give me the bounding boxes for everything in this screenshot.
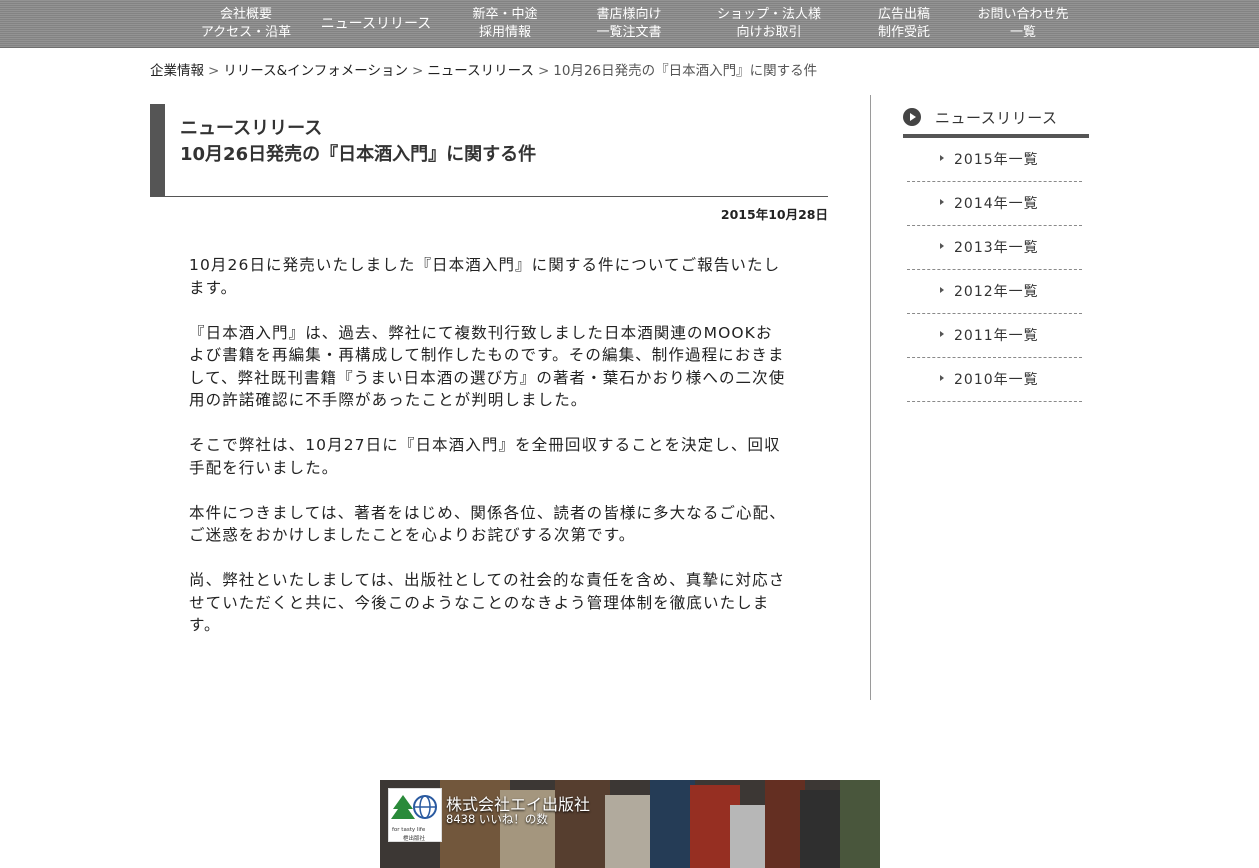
nav-item-recruit[interactable]: 新卒・中途 採用情報	[460, 0, 550, 48]
nav-item-sublabel: 制作受託	[877, 25, 930, 40]
sidebar-item-label: 2011年一覧	[954, 328, 1039, 344]
breadcrumb-separator: >	[412, 63, 424, 79]
breadcrumb-link-release-info[interactable]: リリース&インフォメーション	[223, 63, 408, 79]
nav-item-shop-corporate[interactable]: ショップ・法人様 向けお取引	[706, 0, 832, 48]
breadcrumb-link-news-release[interactable]: ニュースリリース	[427, 63, 534, 79]
sidebar-heading-label: ニュースリリース	[935, 109, 1058, 127]
nav-item-label: 会社概要	[219, 7, 272, 22]
triangle-bullet-icon	[940, 331, 944, 337]
breadcrumb: 企業情報 > リリース&インフォメーション > ニュースリリース >10月26日発売の『日…	[150, 59, 817, 79]
nav-item-bookstore[interactable]: 書店様向け 一覧注文書	[584, 0, 674, 48]
sidebar-item-2010[interactable]: 2010年一覧	[907, 358, 1082, 402]
nav-item-sublabel: 向けお取引	[736, 25, 802, 40]
article-body: 10月26日に発売いたしました『日本酒入門』に関する件についてご報告いたします。…	[189, 254, 789, 659]
nav-item-sublabel: アクセス・沿革	[200, 25, 292, 40]
triangle-bullet-icon	[940, 155, 944, 161]
article-paragraph: 『日本酒入門』は、過去、弊社にて複数刊行致しました日本酒関連のMOOKおよび書籍…	[189, 323, 786, 410]
logo-tagline: for tasty life	[392, 827, 426, 833]
nav-item-sublabel: 一覧	[1009, 25, 1036, 40]
tree-globe-icon	[391, 795, 437, 819]
publisher-logo[interactable]: for tasty life 枻出版社	[388, 788, 442, 842]
column-divider	[870, 95, 871, 700]
sidebar-item-2014[interactable]: 2014年一覧	[907, 182, 1082, 226]
triangle-bullet-icon	[940, 375, 944, 381]
sidebar-item-2011[interactable]: 2011年一覧	[907, 314, 1082, 358]
article-category: ニュースリリース	[180, 118, 323, 139]
facebook-like-count: 8438 いいね！の数	[446, 812, 548, 826]
nav-item-label: ショップ・法人様	[716, 7, 821, 22]
nav-item-label: お問い合わせ先	[977, 7, 1069, 22]
article-header: ニュースリリース 10月26日発売の『日本酒入門』に関する件	[150, 104, 828, 197]
sidebar-item-label: 2014年一覧	[954, 196, 1039, 212]
article-paragraph: 尚、弊社といたしましては、出版社としての社会的な責任を含め、真摯に対応させていた…	[189, 571, 786, 634]
triangle-bullet-icon	[940, 287, 944, 293]
breadcrumb-separator: >	[208, 63, 220, 79]
nav-item-label: 新卒・中途	[472, 7, 538, 22]
nav-item-label: ニュースリリース	[320, 16, 432, 32]
article-paragraph: 本件につきましては、著者をはじめ、関係各位、読者の皆様に多大なるご心配、ご迷惑を…	[189, 503, 786, 545]
triangle-bullet-icon	[940, 243, 944, 249]
sidebar-item-label: 2012年一覧	[954, 284, 1039, 300]
nav-item-sublabel: 一覧注文書	[596, 25, 662, 40]
nav-item-label: 広告出稿	[877, 7, 930, 22]
sidebar-item-label: 2015年一覧	[954, 152, 1039, 168]
article-paragraph: 10月26日に発売いたしました『日本酒入門』に関する件についてご報告いたします。	[189, 256, 781, 297]
sidebar-item-2013[interactable]: 2013年一覧	[907, 226, 1082, 270]
breadcrumb-link-company[interactable]: 企業情報	[150, 63, 204, 79]
triangle-bullet-icon	[940, 199, 944, 205]
sidebar-heading: ニュースリリース	[903, 104, 1089, 138]
sidebar-item-2015[interactable]: 2015年一覧	[907, 138, 1082, 182]
breadcrumb-current: 10月26日発売の『日本酒入門』に関する件	[553, 63, 818, 79]
facebook-page-widget[interactable]: for tasty life 枻出版社 株式会社エイ出版社 8438 いいね！の…	[380, 780, 880, 868]
play-circle-icon	[903, 108, 921, 126]
article-date: 2015年10月28日	[720, 207, 828, 222]
sidebar-year-list: 2015年一覧 2014年一覧 2013年一覧 2012年一覧 2011年一覧 …	[907, 138, 1082, 402]
breadcrumb-separator: >	[537, 63, 550, 79]
nav-item-label: 書店様向け	[596, 7, 662, 22]
nav-item-advertising[interactable]: 広告出稿 制作受託	[864, 0, 944, 48]
nav-item-company[interactable]: 会社概要 アクセス・沿革	[196, 0, 296, 48]
nav-item-news-release[interactable]: ニュースリリース	[316, 0, 436, 48]
sidebar-item-2012[interactable]: 2012年一覧	[907, 270, 1082, 314]
article-title: 10月26日発売の『日本酒入門』に関する件	[180, 144, 537, 165]
nav-item-sublabel: 採用情報	[478, 25, 531, 40]
article-paragraph: そこで弊社は、10月27日に『日本酒入門』を全冊回収することを決定し、回収手配を…	[189, 436, 781, 477]
logo-name: 枻出版社	[403, 836, 426, 842]
top-navigation: 会社概要 アクセス・沿革 ニュースリリース 新卒・中途 採用情報 書店様向け 一…	[0, 0, 1259, 48]
sidebar-item-label: 2013年一覧	[954, 240, 1039, 256]
sidebar-item-label: 2010年一覧	[954, 372, 1039, 388]
nav-item-contact[interactable]: お問い合わせ先 一覧	[968, 0, 1078, 48]
